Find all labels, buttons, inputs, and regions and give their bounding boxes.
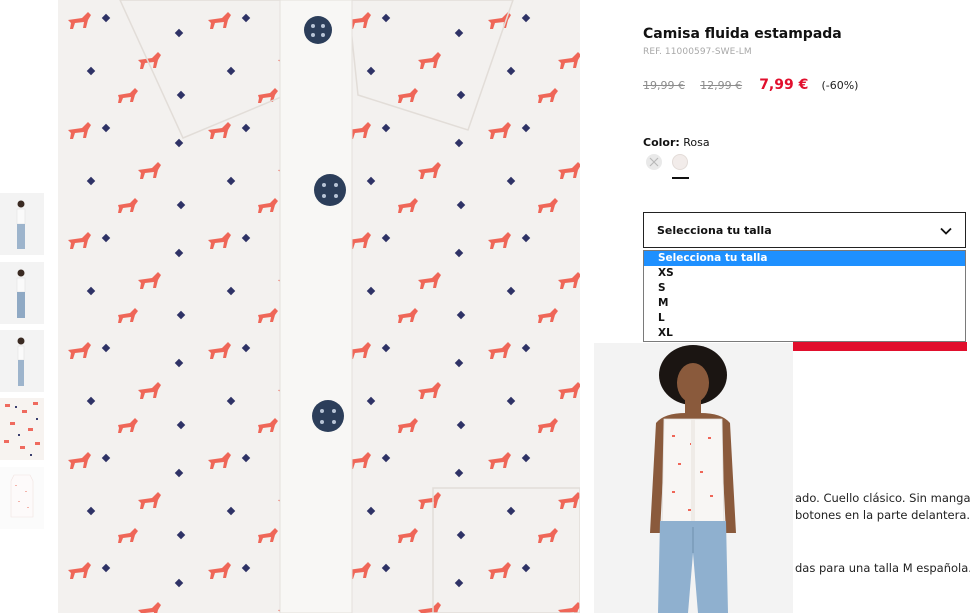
description-line-1: ado. Cuello clásico. Sin mangas. — [795, 491, 970, 505]
thumbnail-model-full[interactable] — [0, 262, 44, 324]
size-option-xs[interactable]: XS — [644, 266, 965, 281]
color-value: Rosa — [683, 136, 710, 149]
size-option-xl[interactable]: XL — [644, 326, 965, 341]
description-line-2: botones en la parte delantera. — [795, 508, 970, 522]
description-line-3: das para una talla M española. — [795, 561, 970, 575]
price-original: 19,99 € — [643, 79, 685, 92]
add-to-cart-button[interactable] — [793, 342, 967, 351]
thumbnail-fabric-detail[interactable] — [0, 398, 44, 460]
main-product-image[interactable] — [58, 0, 580, 613]
cross-icon — [649, 157, 659, 167]
product-reference: REF. 11000597-SWE-LM — [643, 47, 752, 57]
selected-swatch-indicator — [672, 177, 689, 179]
color-label-title: Color: — [643, 136, 680, 149]
thumbnail-shirt-flat[interactable] — [0, 467, 44, 529]
thumbnail-model-side[interactable] — [0, 330, 44, 392]
color-label: Color: Rosa — [643, 136, 710, 149]
price-block: 19,99 € 12,99 € 7,99 € (-60%) — [643, 74, 858, 93]
color-swatch-unavailable[interactable] — [646, 154, 662, 170]
price-previous: 12,99 € — [700, 79, 743, 92]
color-swatch-rosa[interactable] — [672, 154, 688, 170]
product-title: Camisa fluida estampada — [643, 26, 842, 42]
size-dropdown-list: Selecciona tu talla XS S M L XL — [643, 250, 966, 342]
thumbnail-model-front[interactable] — [0, 193, 44, 255]
size-option-l[interactable]: L — [644, 311, 965, 326]
size-option-placeholder[interactable]: Selecciona tu talla — [644, 251, 965, 266]
size-select-label: Selecciona tu talla — [657, 224, 772, 237]
size-option-s[interactable]: S — [644, 281, 965, 296]
size-option-m[interactable]: M — [644, 296, 965, 311]
price-current: 7,99 € — [759, 77, 809, 93]
discount-badge: (-60%) — [821, 79, 859, 92]
model-preview-image — [594, 343, 793, 613]
chevron-down-icon — [940, 227, 952, 235]
size-select[interactable]: Selecciona tu talla — [643, 212, 966, 248]
